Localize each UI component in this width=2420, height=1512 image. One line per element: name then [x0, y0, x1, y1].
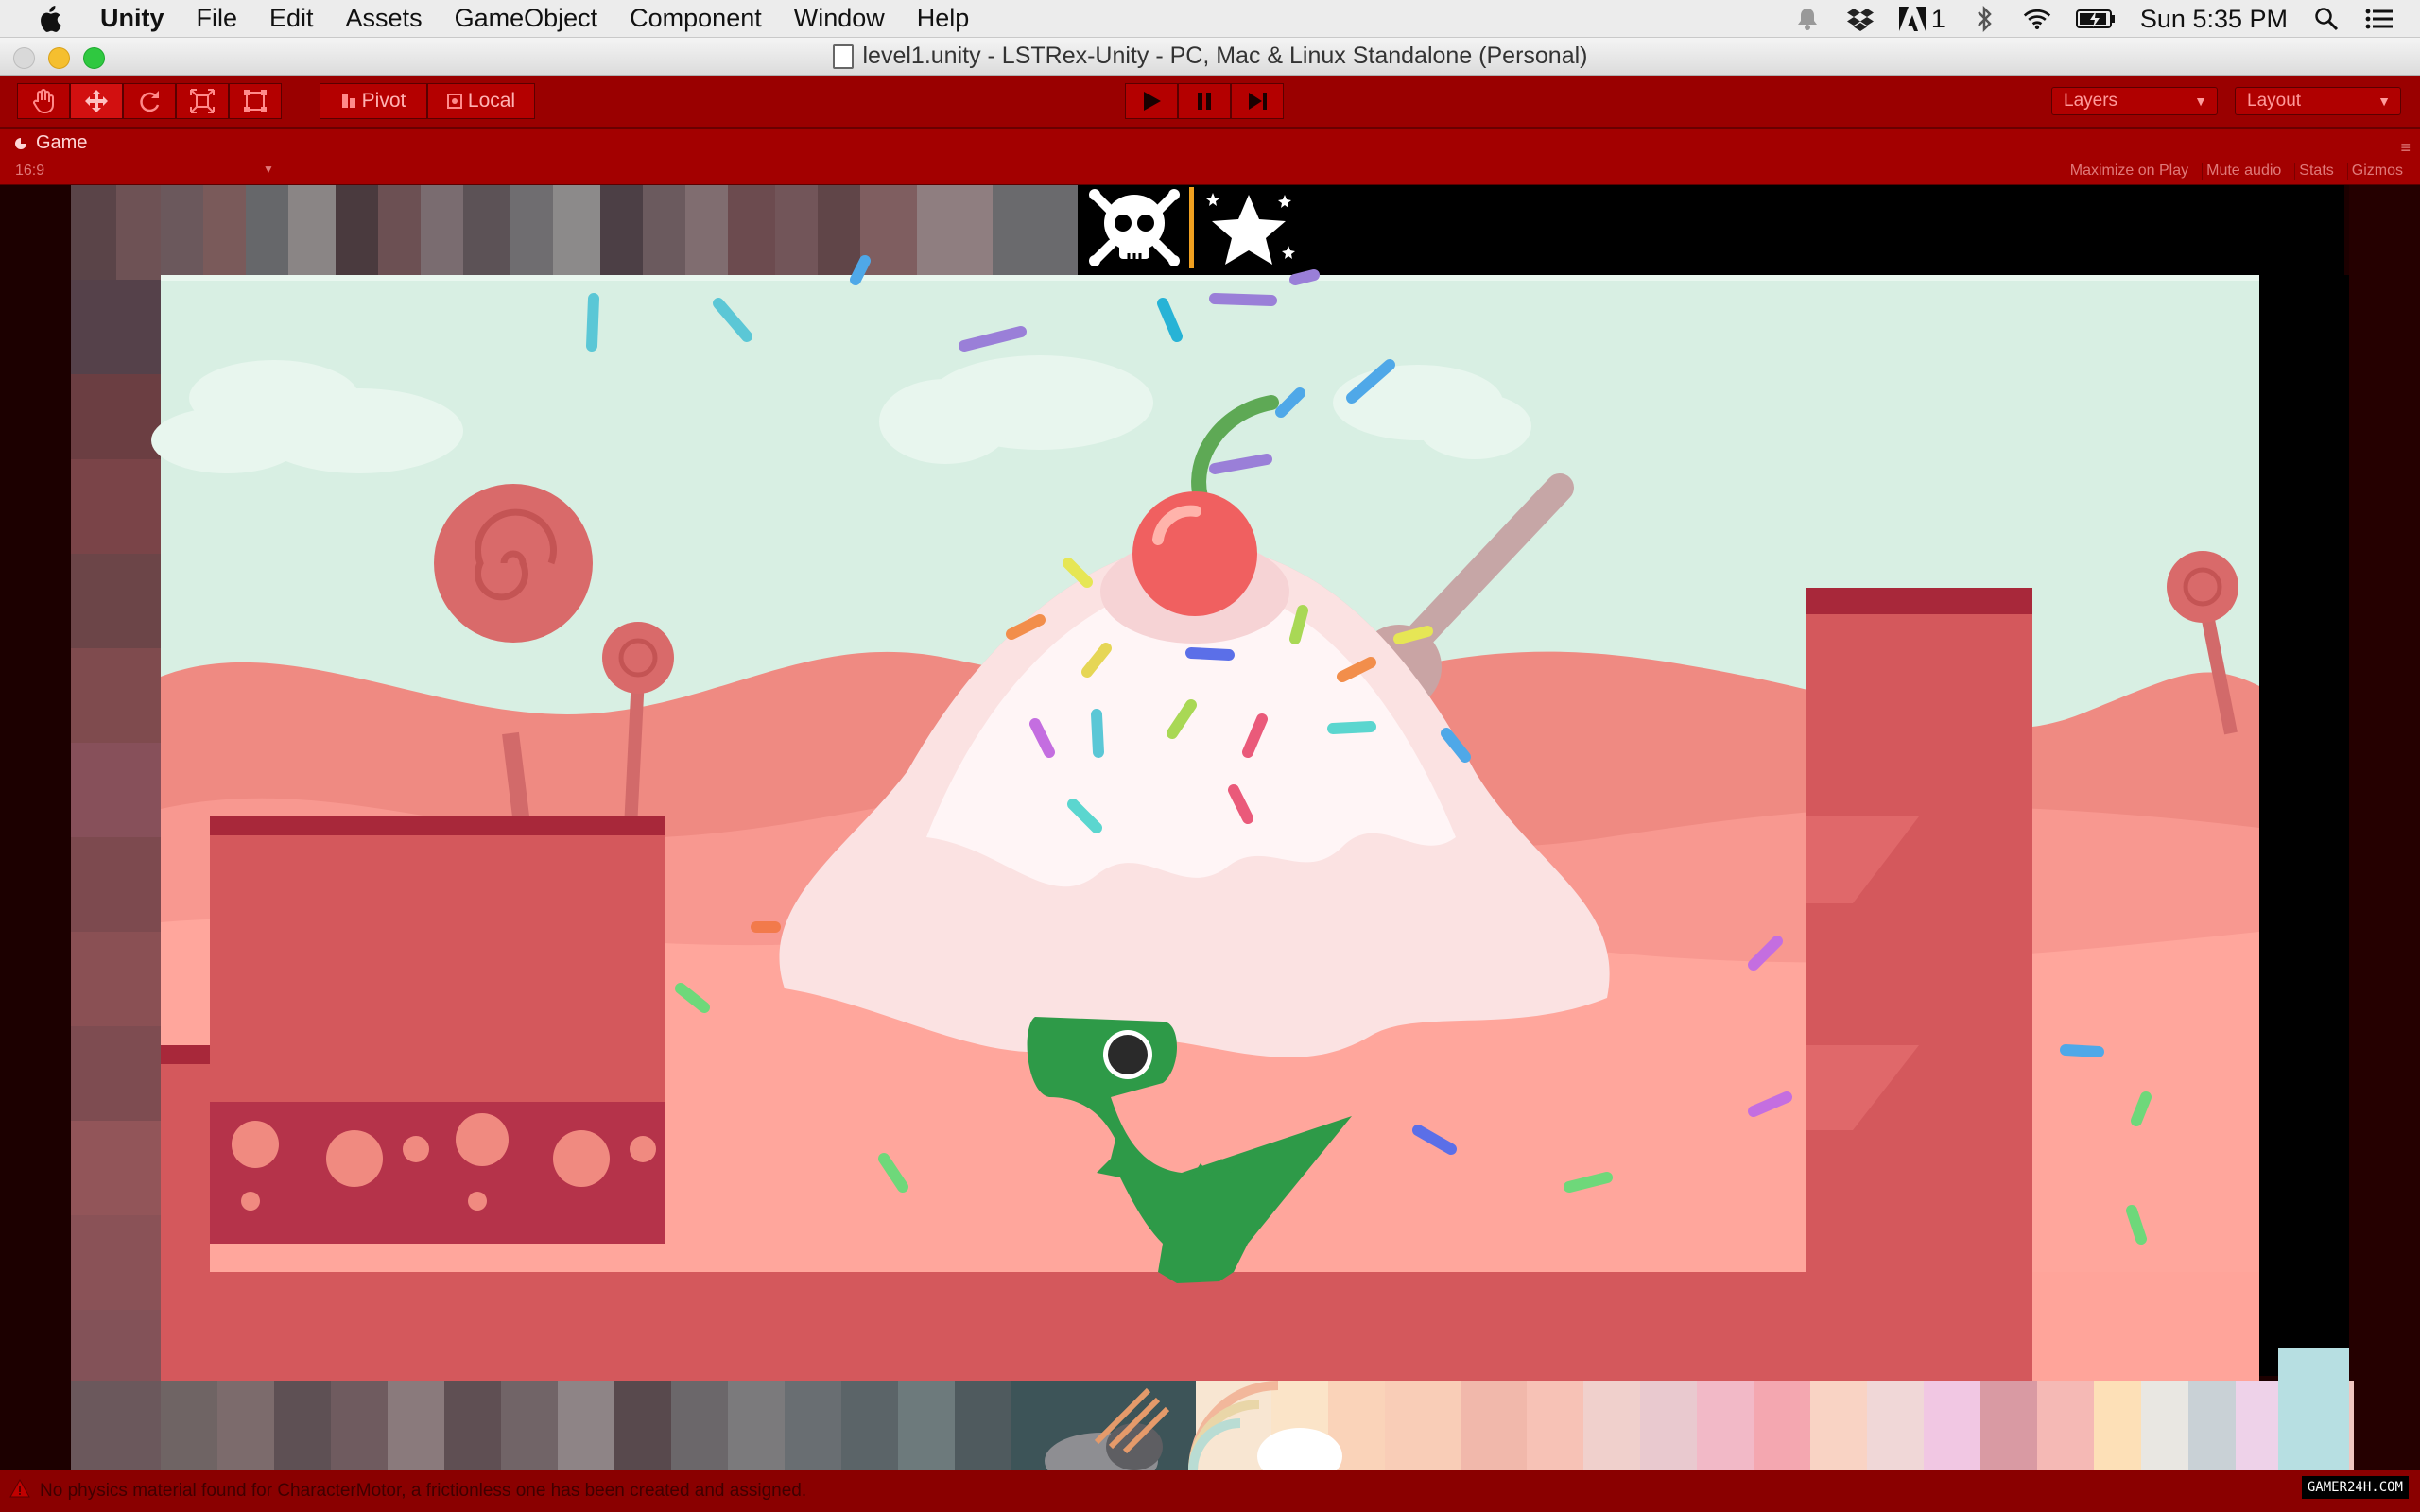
menu-help[interactable]: Help	[917, 4, 970, 33]
local-label: Local	[467, 90, 516, 112]
game-controller-icon	[15, 137, 26, 149]
move-icon	[85, 90, 108, 112]
tab-game-label: Game	[36, 132, 88, 153]
scale-tool-button[interactable]	[176, 83, 229, 119]
pivot-label: Pivot	[361, 90, 406, 112]
traffic-lights	[13, 47, 105, 69]
status-menus: 1 Sun 5:35 PM	[1793, 0, 2394, 38]
stats-toggle[interactable]: Stats	[2294, 163, 2337, 180]
chevron-down-icon: ▼	[263, 163, 274, 176]
play-controls	[1125, 83, 1284, 119]
chevron-down-icon: ▼	[2377, 94, 2391, 109]
play-icon	[1144, 92, 1161, 111]
adobe-icon[interactable]: 1	[1898, 4, 1945, 34]
scale-icon	[190, 89, 215, 113]
pause-button[interactable]	[1178, 83, 1231, 119]
gizmos-toggle[interactable]: Gizmos	[2346, 163, 2407, 180]
zoom-window-button[interactable]	[83, 47, 105, 69]
pivot-button[interactable]: Pivot	[320, 83, 427, 119]
rotate-tool-button[interactable]	[123, 83, 176, 119]
menu-assets[interactable]: Assets	[346, 4, 423, 33]
menu-file[interactable]: File	[197, 4, 238, 33]
menu-edit[interactable]: Edit	[269, 4, 314, 33]
close-window-button[interactable]	[13, 47, 35, 69]
menu-unity[interactable]: Unity	[100, 4, 164, 33]
pivot-toggles: Pivot Local	[320, 83, 535, 119]
aspect-dropdown[interactable]: 16:9	[15, 163, 44, 180]
star-icon	[1206, 193, 1295, 265]
layers-dropdown[interactable]: Layers ▼	[2051, 87, 2218, 115]
play-button[interactable]	[1125, 83, 1178, 119]
notification-center-icon[interactable]	[2365, 5, 2394, 33]
local-icon	[446, 94, 462, 109]
dropbox-icon[interactable]	[1846, 5, 1875, 33]
game-scene	[0, 185, 2420, 1470]
chevron-down-icon: ▼	[2194, 94, 2207, 109]
pixelated-edge-left	[71, 185, 161, 1470]
adobe-count: 1	[1930, 4, 1945, 33]
game-panel-header: Game 16:9 ▼ Maximize on Play Mute audio …	[0, 129, 2420, 185]
document-icon	[832, 43, 854, 69]
minimize-window-button[interactable]	[48, 47, 70, 69]
status-message: No physics material found for CharacterM…	[40, 1481, 807, 1501]
hand-tool-button[interactable]	[17, 83, 70, 119]
wifi-icon[interactable]	[2023, 5, 2051, 33]
layers-label: Layers	[2064, 91, 2118, 111]
window-titlebar: level1.unity - LSTRex-Unity - PC, Mac & …	[0, 38, 2420, 76]
window-title: level1.unity - LSTRex-Unity - PC, Mac & …	[862, 43, 1588, 69]
pause-icon	[1198, 93, 1211, 110]
transform-tools	[17, 83, 282, 119]
bluetooth-icon[interactable]	[1970, 5, 1998, 33]
local-button[interactable]: Local	[427, 83, 535, 119]
warning-icon	[9, 1478, 30, 1503]
hud	[1087, 187, 1296, 268]
menubar-clock[interactable]: Sun 5:35 PM	[2140, 5, 2288, 34]
notification-icon[interactable]	[1793, 5, 1822, 33]
tab-game[interactable]: Game	[13, 132, 87, 154]
menu-component[interactable]: Component	[630, 4, 762, 33]
mute-audio-toggle[interactable]: Mute audio	[2202, 163, 2285, 180]
skull-icon	[1089, 189, 1180, 266]
step-button[interactable]	[1231, 83, 1284, 119]
apple-icon[interactable]	[32, 2, 66, 36]
spotlight-icon[interactable]	[2312, 5, 2341, 33]
hud-divider	[1189, 187, 1194, 268]
game-view-options: Maximize on Play Mute audio Stats Gizmos	[2065, 163, 2407, 180]
layout-dropdown[interactable]: Layout ▼	[2235, 87, 2401, 115]
watermark: GAMER24H.COM	[2301, 1476, 2409, 1499]
menu-gameobject[interactable]: GameObject	[455, 4, 598, 33]
pivot-icon	[341, 94, 355, 108]
rect-tool-button[interactable]	[229, 83, 282, 119]
rect-icon	[244, 90, 267, 112]
battery-icon[interactable]	[2075, 5, 2116, 33]
step-icon	[1249, 93, 1267, 110]
panel-menu-icon[interactable]: ≡	[2400, 138, 2411, 158]
layout-label: Layout	[2247, 91, 2302, 111]
move-tool-button[interactable]	[70, 83, 123, 119]
hand-icon	[33, 89, 54, 113]
unity-toolbar: Pivot Local Layers ▼ Layout ▼	[0, 76, 2420, 129]
menu-bar: Unity File Edit Assets GameObject Compon…	[0, 0, 2420, 38]
rotate-icon	[140, 91, 160, 112]
menu-window[interactable]: Window	[794, 4, 885, 33]
console-status-bar[interactable]: No physics material found for CharacterM…	[0, 1470, 2420, 1512]
game-view[interactable]	[0, 185, 2420, 1470]
maximize-on-play-toggle[interactable]: Maximize on Play	[2065, 163, 2192, 180]
